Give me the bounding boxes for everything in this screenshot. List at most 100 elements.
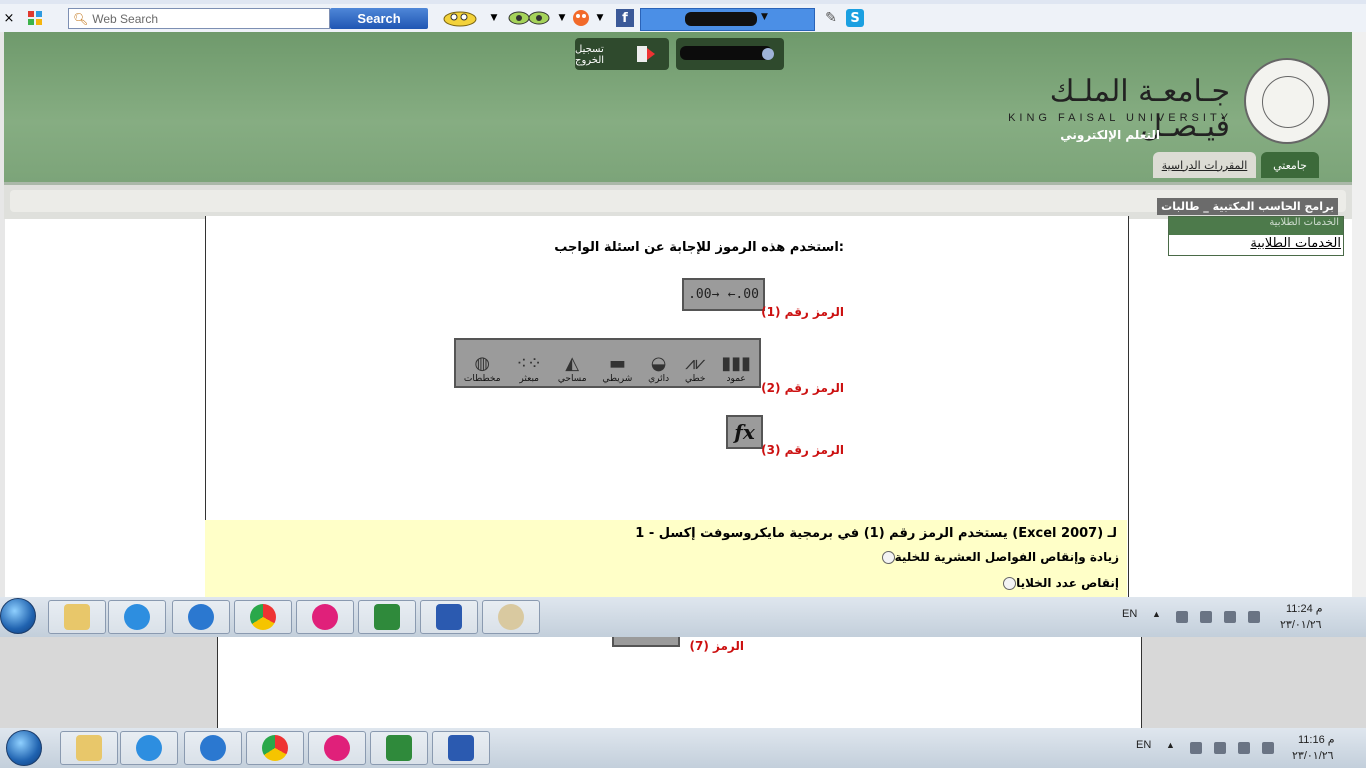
language-indicator[interactable]: EN — [1136, 739, 1151, 751]
taskbar-explorer[interactable] — [60, 731, 118, 765]
taskbar-excel[interactable] — [370, 731, 428, 765]
decrease-decimal-icon: .00→ — [688, 287, 720, 302]
skype-icon[interactable]: S — [846, 9, 864, 27]
pen-icon[interactable]: ✎ — [822, 8, 840, 28]
taskbar-ie[interactable] — [108, 600, 166, 634]
user-account-button[interactable] — [676, 38, 784, 70]
face-icon — [573, 10, 589, 26]
university-seal-logo — [1244, 58, 1330, 144]
close-toolbar-icon[interactable]: × — [2, 8, 16, 28]
chart-other: ◍ مخططات — [463, 353, 501, 385]
taskbar-chrome[interactable] — [234, 600, 292, 634]
volume-icon[interactable] — [1248, 611, 1260, 623]
taskbar: EN ▲ 11:16 م ٢٣/٠١/٢٦ — [0, 728, 1366, 768]
pie-chart-icon: ◒ — [650, 353, 667, 374]
language-indicator[interactable]: EN — [1122, 608, 1137, 620]
folder-icon — [64, 604, 90, 630]
tabs-strip — [0, 0, 1366, 4]
word-icon — [448, 735, 474, 761]
dropdown-arrow-icon[interactable]: ▼ — [761, 12, 768, 22]
taskbar-app-n[interactable] — [308, 731, 366, 765]
answer-option-2[interactable]: إنقاص عدد الخلايا — [997, 576, 1119, 590]
chart-column: ▮▮▮ عمود — [721, 353, 752, 385]
power-icon[interactable] — [1214, 742, 1226, 754]
network-icon[interactable] — [1224, 611, 1236, 623]
logout-button[interactable]: تسجيل الخروج — [575, 38, 669, 70]
radio-button[interactable] — [881, 550, 895, 564]
answer-option-1[interactable]: زيادة وإنقاص الفواصل العشرية للخلية — [876, 550, 1119, 564]
taskbar-word[interactable] — [420, 600, 478, 634]
n-app-icon — [324, 735, 350, 761]
breadcrumb-bar: برامج الحاسب المكتبية _ طالبات — [4, 182, 1352, 219]
dropdown-arrow-icon[interactable]: ▼ — [556, 8, 568, 28]
excel-icon — [386, 735, 412, 761]
chart-types-icon: ▮▮▮ عمود ⩘⩗ خطي ◒ دائري ▬ شريطي ◭ مساحي ⁖⁘ مبع… — [454, 338, 761, 388]
dropdown-arrow-icon[interactable]: ▼ — [488, 8, 500, 28]
taskbar-overlay: EN ▲ 11:24 م ٢٣/٠١/٢٦ — [0, 597, 1366, 637]
column-chart-icon: ▮▮▮ — [721, 353, 752, 374]
dropdown-arrow-icon[interactable]: ▼ — [594, 8, 606, 28]
excel-icon — [374, 604, 400, 630]
tray-expand-icon[interactable]: ▲ — [1152, 609, 1161, 619]
radio-button[interactable] — [1003, 576, 1017, 590]
student-services-link[interactable]: الخدمات الطلابية — [1250, 236, 1341, 251]
university-name-english: KING FAISAL UNIVERSITY — [1008, 112, 1232, 124]
question-text: 1 - يستخدم الرمز رقم (1) في برمجية مايكر… — [635, 526, 1117, 541]
search-button[interactable]: Search — [330, 8, 428, 29]
word-icon — [436, 604, 462, 630]
scatter-chart-icon: ⁖⁘ — [516, 353, 543, 374]
clock-date[interactable]: ٢٣/٠١/٢٦ — [1280, 618, 1322, 631]
taskbar-messenger[interactable] — [184, 731, 242, 765]
search-input[interactable]: 🔍︎ Web Search — [68, 8, 330, 29]
face-addon-icon[interactable] — [570, 8, 592, 28]
taskbar-explorer[interactable] — [48, 600, 106, 634]
redacted-name — [685, 12, 757, 26]
internet-explorer-icon — [136, 735, 162, 761]
puzzle-addon-icon[interactable] — [24, 8, 46, 28]
power-icon[interactable] — [1200, 611, 1212, 623]
tab-my-university[interactable]: جامعتي — [1261, 152, 1319, 178]
user-icon — [762, 48, 774, 60]
taskbar-chrome[interactable] — [246, 731, 304, 765]
puzzle-icon — [28, 11, 42, 25]
taskbar-ie[interactable] — [120, 731, 178, 765]
chart-pie: ◒ دائري — [648, 353, 670, 385]
clock-time[interactable]: 11:16 م — [1298, 733, 1335, 746]
donut-chart-icon: ◍ — [474, 353, 491, 374]
account-field[interactable]: ▼ — [640, 8, 815, 31]
browser-toolbar: × 🔍︎ Web Search Search ▼ ▼ ▼ f ▼ ✎ S — [0, 0, 1366, 33]
volume-icon[interactable] — [1262, 742, 1274, 754]
facebook-icon[interactable]: f — [616, 9, 634, 27]
tab-courses[interactable]: المقررات الدراسية — [1153, 152, 1256, 178]
flag-icon[interactable] — [1176, 611, 1188, 623]
taskbar-paint[interactable] — [482, 600, 540, 634]
paint-icon — [498, 604, 524, 630]
chrome-icon — [262, 735, 288, 761]
taskbar-app-n[interactable] — [296, 600, 354, 634]
right-edge-strip — [1352, 32, 1366, 637]
taskbar-messenger[interactable] — [172, 600, 230, 634]
breadcrumb[interactable]: برامج الحاسب المكتبية _ طالبات — [1157, 198, 1338, 215]
chart-scatter: ⁖⁘ مبعثر — [516, 353, 543, 385]
taskbar-excel[interactable] — [358, 600, 416, 634]
chart-line: ⩘⩗ خطي — [685, 353, 706, 385]
symbol-7-label: الرمز (7) — [689, 639, 744, 653]
internet-explorer-icon — [124, 604, 150, 630]
line-chart-icon: ⩘⩗ — [685, 353, 706, 374]
messenger-icon — [200, 735, 226, 761]
smiley-addon-icon[interactable] — [440, 8, 480, 28]
taskbar-word[interactable] — [432, 731, 490, 765]
start-button[interactable] — [0, 598, 36, 634]
smiley-icon — [443, 11, 477, 27]
clock-time[interactable]: 11:24 م — [1286, 602, 1323, 615]
clock-date[interactable]: ٢٣/٠١/٢٦ — [1292, 749, 1334, 762]
network-icon[interactable] — [1238, 742, 1250, 754]
eyes-addon-icon[interactable] — [506, 8, 552, 28]
folder-icon — [76, 735, 102, 761]
n-app-icon — [312, 604, 338, 630]
start-button[interactable] — [6, 730, 42, 766]
flag-icon[interactable] — [1190, 742, 1202, 754]
tray-expand-icon[interactable]: ▲ — [1166, 740, 1175, 750]
search-icon: 🔍︎ — [73, 11, 89, 26]
messenger-icon — [188, 604, 214, 630]
